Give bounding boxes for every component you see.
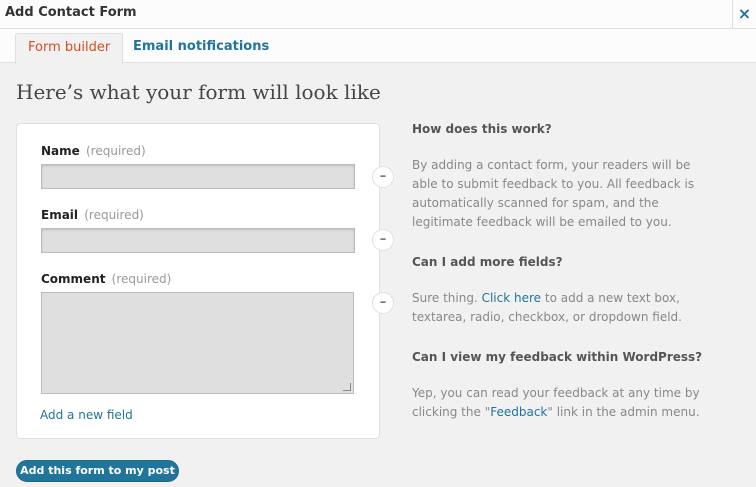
- name-field[interactable]: [41, 164, 355, 189]
- add-form-to-post-button[interactable]: Add this form to my post: [16, 460, 179, 482]
- close-icon[interactable]: ×: [732, 0, 756, 29]
- tab-email-notifications[interactable]: Email notifications: [121, 33, 281, 64]
- add-new-field-link[interactable]: Add a new field: [40, 408, 133, 422]
- field-label-name: Name (required): [41, 144, 146, 158]
- click-here-link[interactable]: Click here: [482, 291, 541, 305]
- help-answer: Sure thing. Click here to add a new text…: [412, 291, 682, 324]
- resize-grip-icon[interactable]: [343, 383, 351, 391]
- help-section-2: Can I add more fields? Sure thing. Click…: [412, 253, 712, 327]
- help-answer: By adding a contact form, your readers w…: [412, 158, 695, 229]
- help-section-1: How does this work? By adding a contact …: [412, 120, 712, 232]
- comment-textarea[interactable]: [41, 292, 354, 394]
- required-note: (required): [85, 144, 146, 158]
- titlebar: Add Contact Form ×: [0, 0, 756, 29]
- email-field[interactable]: [41, 228, 355, 253]
- required-note: (required): [84, 208, 144, 222]
- remove-field-comment-button[interactable]: –: [372, 292, 394, 314]
- remove-field-email-button[interactable]: –: [372, 229, 394, 251]
- help-question: How does this work?: [412, 122, 552, 136]
- feedback-link[interactable]: Feedback: [490, 405, 547, 419]
- remove-field-name-button[interactable]: –: [372, 166, 394, 188]
- help-answer: Yep, you can read your feedback at any t…: [412, 386, 700, 419]
- field-comment-label: Comment: [41, 272, 106, 286]
- help-question: Can I add more fields?: [412, 255, 563, 269]
- help-section-3: Can I view my feedback within WordPress?…: [412, 348, 712, 422]
- required-note: (required): [111, 272, 172, 286]
- tab-bar: Form builder Email notifications: [0, 29, 756, 64]
- field-email-label: Email: [41, 208, 79, 222]
- window-title: Add Contact Form: [5, 5, 137, 20]
- help-question: Can I view my feedback within WordPress?: [412, 350, 703, 364]
- field-label-email: Email (required): [41, 208, 144, 222]
- form-preview: Name (required) – Email (required) – Com…: [16, 123, 394, 439]
- field-name-label: Name: [41, 144, 80, 158]
- page-heading: Here’s what your form will look like: [16, 80, 381, 104]
- field-label-comment: Comment (required): [41, 272, 171, 286]
- tab-form-builder[interactable]: Form builder: [15, 33, 124, 64]
